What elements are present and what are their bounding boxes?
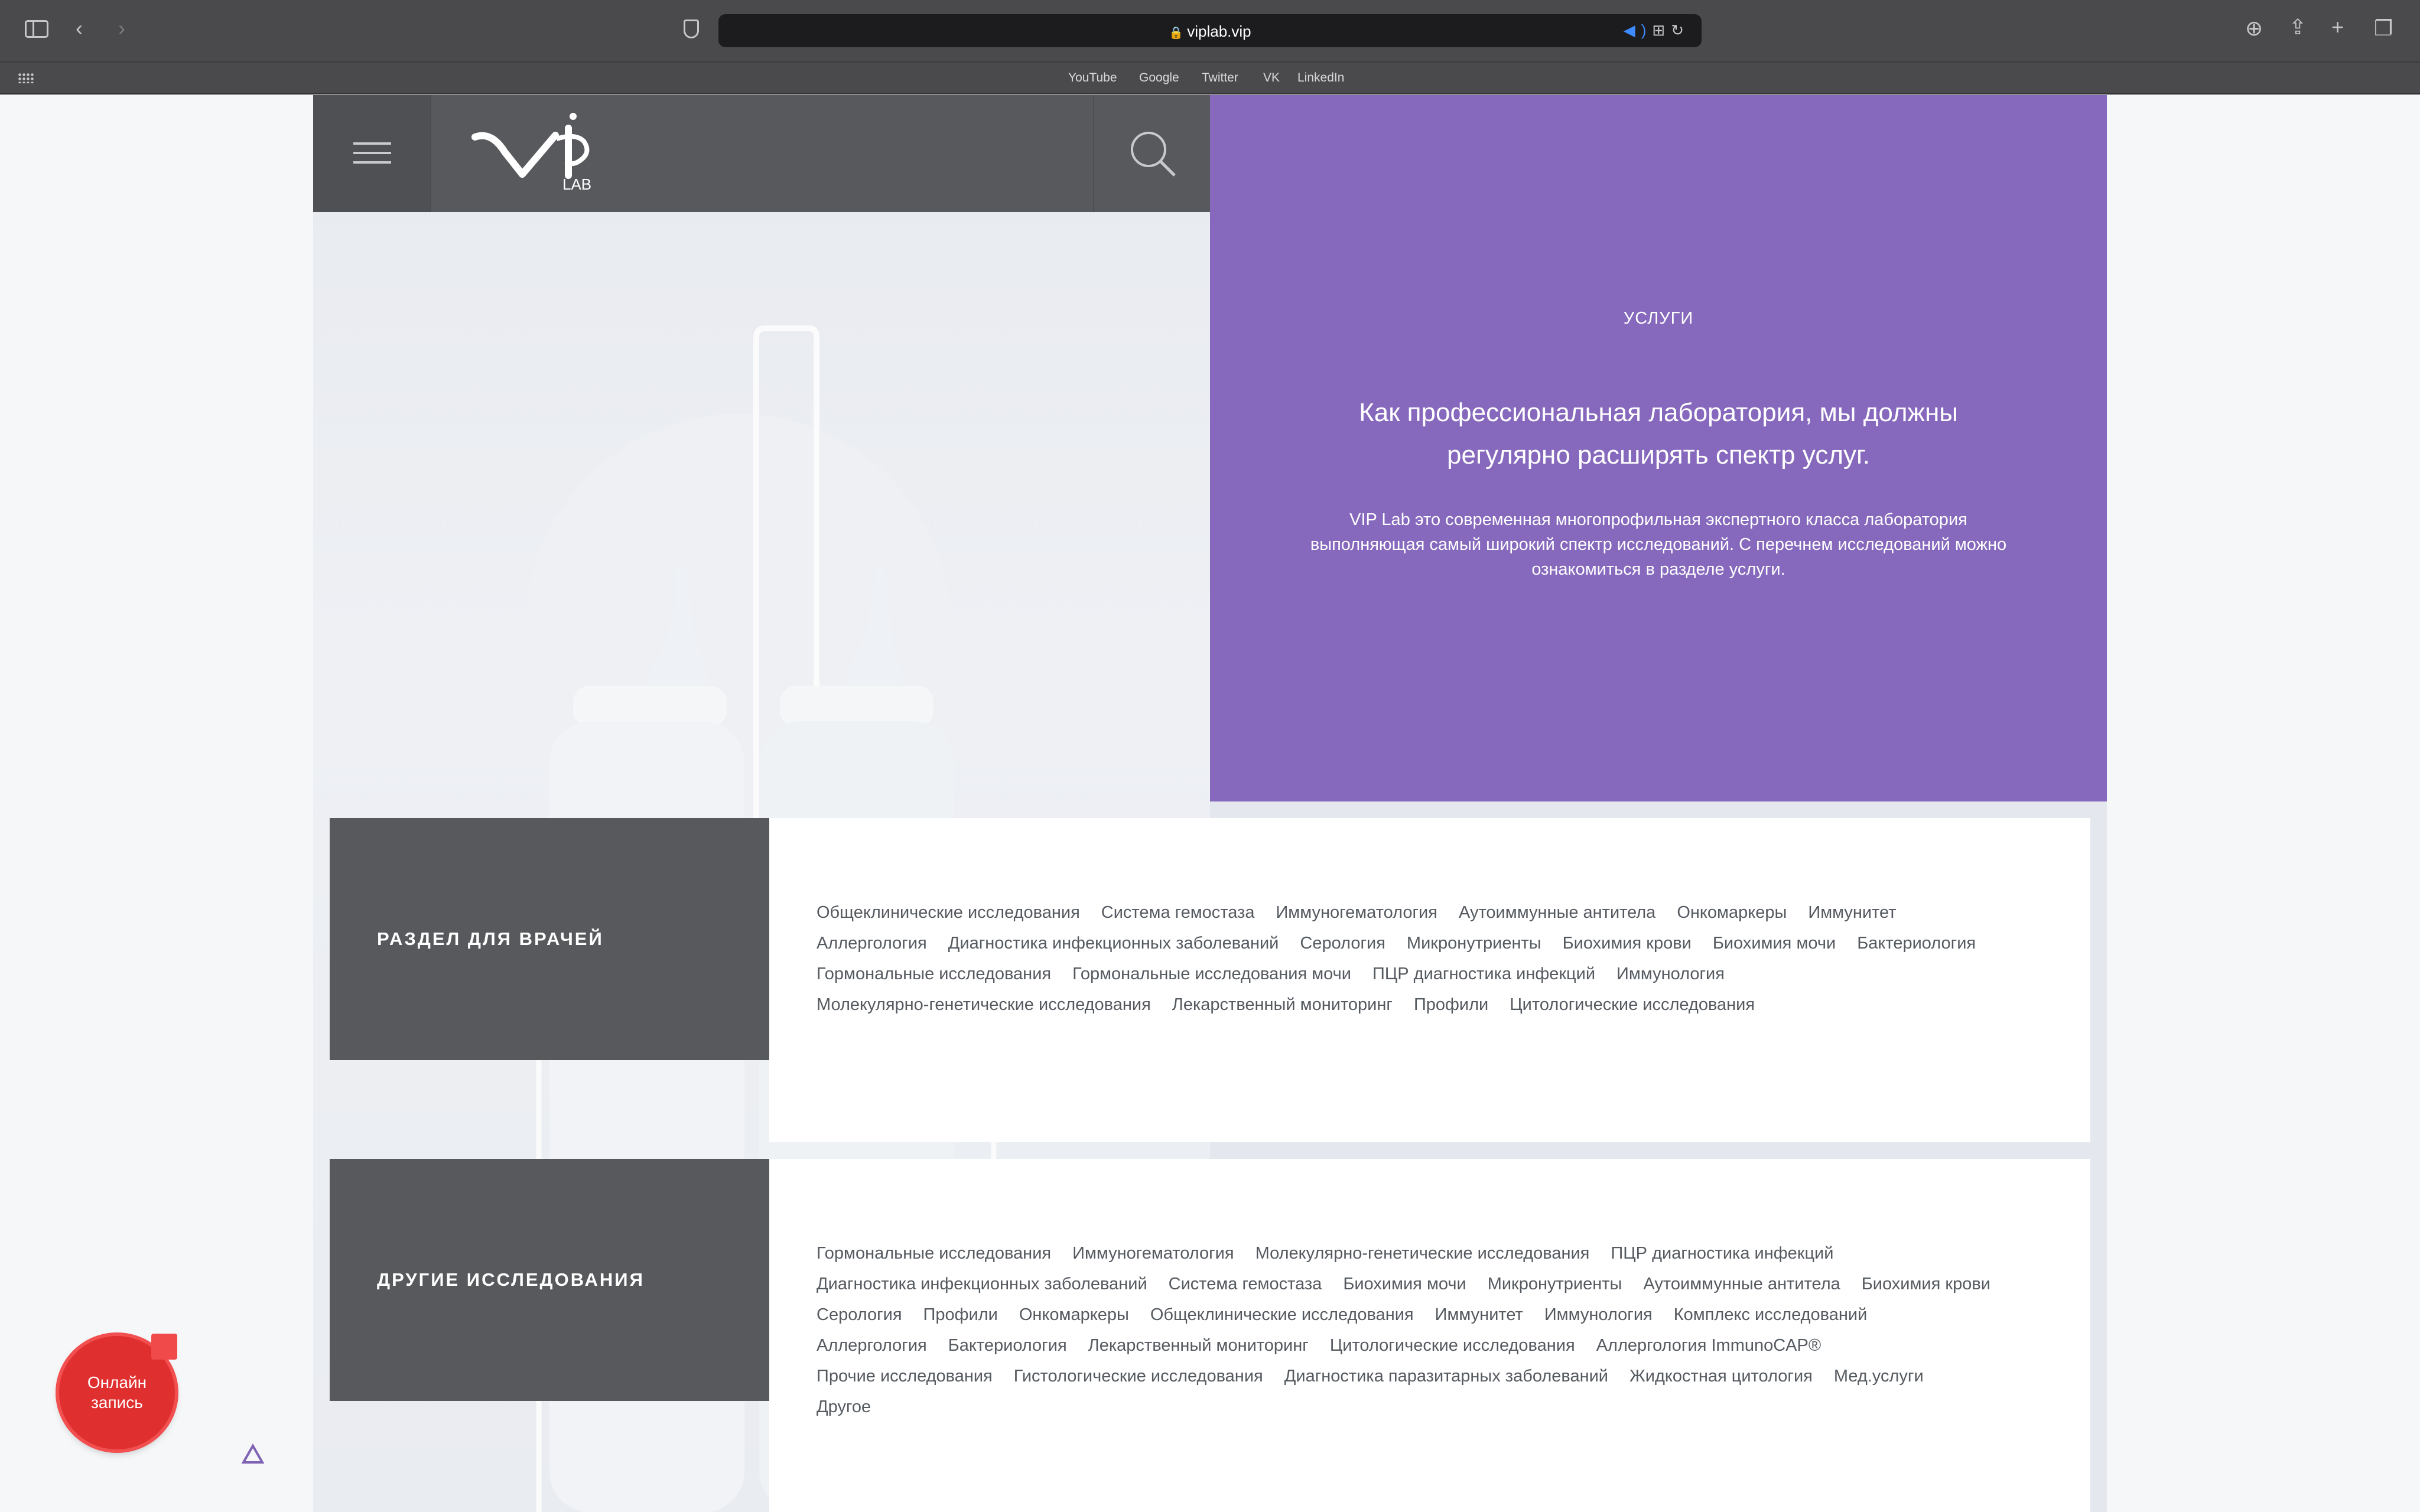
viplab-logo[interactable]: LAB (468, 105, 622, 205)
favorite-linkedin[interactable]: LinkedIn (1297, 71, 1344, 85)
service-link[interactable]: Система гемостаза (1169, 1269, 1322, 1299)
site-header: LAB (313, 95, 1210, 212)
service-link[interactable]: Молекулярно-генетические исследования (1255, 1238, 1590, 1269)
favorite-youtube[interactable]: YouTube (1068, 71, 1117, 85)
doctors-section-title[interactable]: РАЗДЕЛ ДЛЯ ВРАЧЕЙ (330, 818, 769, 1060)
browser-toolbar: ‹ › 🔒 viplab.vip ◀)⊞↻ ⊕ ⇪ + ❐ (0, 0, 2420, 61)
service-link[interactable]: Другое (817, 1392, 871, 1422)
menu-burger-icon[interactable] (313, 95, 431, 212)
service-link[interactable]: Жидкостная цитология (1629, 1361, 1813, 1392)
service-link[interactable]: Лекарственный мониторинг (1172, 989, 1393, 1020)
address-bar[interactable]: 🔒 viplab.vip ◀)⊞↻ (718, 14, 1702, 47)
service-link[interactable]: Диагностика паразитарных заболеваний (1284, 1361, 1608, 1392)
service-link[interactable]: Аутоиммунные антитела (1643, 1269, 1840, 1299)
service-link[interactable]: Биохимия мочи (1713, 928, 1836, 959)
service-link[interactable]: Система гемостаза (1101, 897, 1255, 928)
service-link[interactable]: Аллергология ImmunoCAP® (1596, 1330, 1821, 1361)
service-link[interactable]: Диагностика инфекционных заболеваний (948, 928, 1279, 959)
service-link[interactable]: Профили (1414, 989, 1488, 1020)
service-link[interactable]: Комплекс исследований (1674, 1299, 1868, 1330)
new-tab-icon[interactable]: + (2331, 17, 2344, 38)
service-link[interactable]: Биохимия мочи (1343, 1269, 1466, 1299)
doctors-links: Общеклинические исследования Система гемо… (817, 897, 2019, 1020)
service-link[interactable]: Аллергология (817, 1330, 927, 1361)
service-link[interactable]: Мед.услуги (1834, 1361, 1924, 1392)
service-link[interactable]: Гормональные исследования мочи (1072, 959, 1351, 989)
service-link[interactable]: Общеклинические исследования (1150, 1299, 1414, 1330)
service-link[interactable]: Серология (817, 1299, 902, 1330)
service-link[interactable]: Серология (1300, 928, 1385, 959)
logo-lab-text: LAB (562, 175, 591, 193)
other-research-title[interactable]: ДРУГИЕ ИССЛЕДОВАНИЯ (330, 1159, 769, 1401)
services-hero-panel: УСЛУГИ Как профессиональная лаборатория,… (1210, 95, 2107, 801)
apps-grid-icon[interactable] (18, 73, 34, 83)
lock-icon: 🔒 (1169, 27, 1184, 40)
service-link[interactable]: Иммунитет (1808, 897, 1896, 928)
favorite-twitter[interactable]: Twitter (1202, 71, 1238, 85)
forward-icon[interactable]: › (118, 18, 125, 39)
service-link[interactable]: Аллергология (817, 928, 927, 959)
doctors-section-panel: Общеклинические исследования Система гемо… (769, 818, 2090, 1142)
services-description: VIP Lab это современная многопрофильная … (1310, 510, 2007, 579)
page-content: LAB УСЛУГИ Как профессиональная лаборато… (313, 95, 2107, 1512)
service-link[interactable]: Гормональные исследования (817, 959, 1051, 989)
translate-icon[interactable]: ⊞ (1652, 21, 1671, 39)
other-research-links: Гормональные исследования Иммуногематолог… (817, 1238, 2019, 1422)
service-link[interactable]: Иммунология (1616, 959, 1725, 989)
sidebar-toggle-icon[interactable] (25, 20, 48, 38)
service-link[interactable]: Профили (923, 1299, 998, 1330)
service-link[interactable]: Бактериология (948, 1330, 1067, 1361)
booking-line-2: запись (91, 1393, 143, 1412)
tab-overview-icon[interactable]: ❐ (2374, 18, 2393, 39)
back-icon[interactable]: ‹ (76, 18, 83, 39)
service-link[interactable]: Биохимия крови (1862, 1269, 1990, 1299)
services-heading: Как профессиональная лаборатория, мы дол… (1359, 398, 1958, 470)
favorite-google[interactable]: Google (1139, 71, 1179, 85)
service-link[interactable]: ПЦР диагностика инфекций (1372, 959, 1595, 989)
service-link[interactable]: Диагностика инфекционных заболеваний (817, 1269, 1147, 1299)
privacy-shield-icon[interactable] (684, 19, 699, 38)
service-link[interactable]: Общеклинические исследования (817, 897, 1080, 928)
services-label: УСЛУГИ (1623, 309, 1694, 328)
page-margin-left (0, 95, 313, 1512)
online-booking-button[interactable]: Онлайн запись (59, 1334, 177, 1449)
booking-line-1: Онлайн (87, 1373, 147, 1392)
share-icon[interactable]: ⇪ (2289, 17, 2307, 38)
service-link[interactable]: Онкомаркеры (1019, 1299, 1129, 1330)
service-link[interactable]: Прочие исследования (817, 1361, 993, 1392)
audio-icon[interactable]: ◀) (1624, 21, 1653, 39)
service-link[interactable]: Лекарственный мониторинг (1088, 1330, 1309, 1361)
url-text: viplab.vip (1187, 22, 1251, 40)
scroll-up-icon[interactable] (241, 1443, 265, 1465)
service-link[interactable]: ПЦР диагностика инфекций (1611, 1238, 1833, 1269)
service-link[interactable]: Молекулярно-генетические исследования (817, 989, 1151, 1020)
service-link[interactable]: Бактериология (1857, 928, 1976, 959)
reload-icon[interactable]: ↻ (1671, 21, 1690, 39)
downloads-icon[interactable]: ⊕ (2245, 18, 2263, 39)
service-link[interactable]: Цитологические исследования (1510, 989, 1755, 1020)
service-link[interactable]: Гормональные исследования (817, 1238, 1051, 1269)
service-link[interactable]: Аутоиммунные антитела (1459, 897, 1655, 928)
service-link[interactable]: Иммуногематология (1276, 897, 1437, 928)
other-research-panel: Гормональные исследования Иммуногематолог… (769, 1159, 2090, 1512)
service-link[interactable]: Микронутриенты (1407, 928, 1541, 959)
service-link[interactable]: Цитологические исследования (1330, 1330, 1575, 1361)
service-link[interactable]: Микронутриенты (1488, 1269, 1622, 1299)
service-link[interactable]: Онкомаркеры (1677, 897, 1787, 928)
service-link[interactable]: Иммунитет (1435, 1299, 1523, 1330)
page-margin-right (2107, 95, 2420, 1512)
service-link[interactable]: Иммунология (1544, 1299, 1653, 1330)
favorite-vk[interactable]: VK (1263, 71, 1280, 85)
service-link[interactable]: Биохимия крови (1563, 928, 1692, 959)
search-icon[interactable] (1093, 95, 1210, 212)
service-link[interactable]: Гистологические исследования (1014, 1361, 1263, 1392)
service-link[interactable]: Иммуногематология (1072, 1238, 1234, 1269)
